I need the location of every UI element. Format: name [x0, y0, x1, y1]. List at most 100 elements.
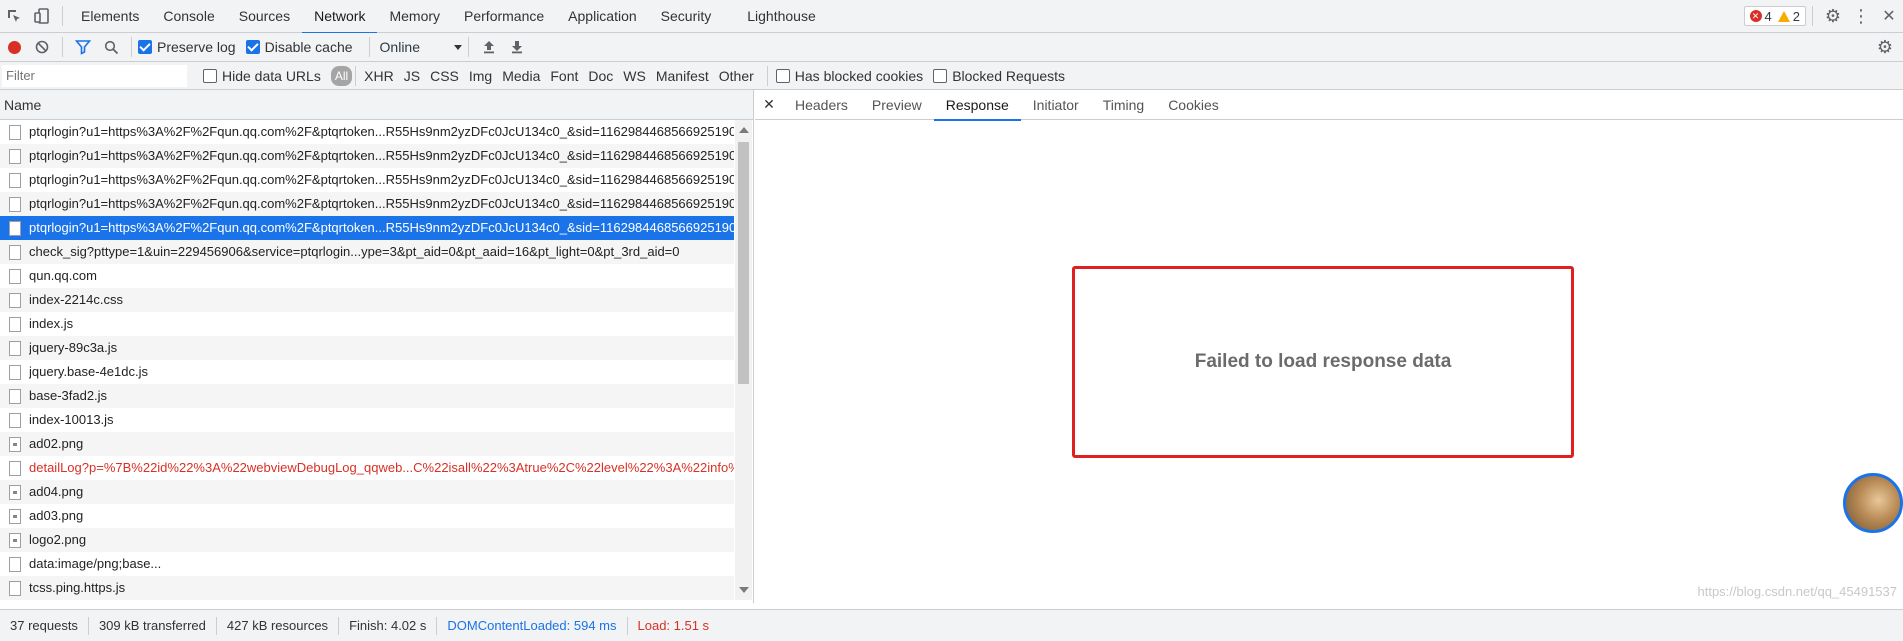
request-row[interactable]: base-3fad2.js — [0, 384, 734, 408]
settings-gear-icon[interactable]: ⚙ — [1819, 0, 1847, 33]
warning-count: 2 — [1792, 8, 1800, 24]
tab-timing[interactable]: Timing — [1091, 90, 1157, 120]
tab-application[interactable]: Application — [556, 0, 649, 33]
filter-type-media[interactable]: Media — [497, 66, 545, 86]
filter-type-manifest[interactable]: Manifest — [651, 66, 714, 86]
tab-performance[interactable]: Performance — [452, 0, 556, 33]
document-file-icon — [9, 316, 21, 332]
throttling-select[interactable]: Online — [376, 39, 462, 55]
tab-elements[interactable]: Elements — [69, 0, 151, 33]
tab-network[interactable]: Network — [302, 0, 378, 34]
request-row[interactable]: data:image/png;base... — [0, 552, 734, 576]
dropdown-arrow-icon — [453, 44, 462, 50]
tab-memory[interactable]: Memory — [377, 0, 452, 33]
filter-type-other[interactable]: Other — [714, 66, 759, 86]
devtools-main-tabbar: Elements Console Sources Network Memory … — [0, 0, 1903, 34]
throttling-value: Online — [379, 39, 420, 55]
image-file-icon — [9, 532, 21, 548]
tab-lighthouse[interactable]: Lighthouse — [735, 0, 828, 33]
filter-type-img[interactable]: Img — [464, 66, 497, 86]
request-row[interactable]: ptqrlogin?u1=https%3A%2F%2Fqun.qq.com%2F… — [0, 168, 734, 192]
tab-security[interactable]: Security — [649, 0, 724, 33]
request-row[interactable]: check_sig?pttype=1&uin=229456906&service… — [0, 240, 734, 264]
close-devtools-icon[interactable]: ✕ — [1875, 0, 1903, 33]
tab-headers[interactable]: Headers — [783, 90, 860, 120]
filter-toggle-button[interactable] — [69, 33, 97, 61]
tab-initiator[interactable]: Initiator — [1021, 90, 1091, 120]
checkbox-unchecked-icon — [775, 68, 790, 83]
scroll-up-arrow-icon[interactable] — [739, 127, 749, 133]
blocked-requests-checkbox[interactable]: Blocked Requests — [933, 68, 1065, 84]
has-blocked-cookies-checkbox[interactable]: Has blocked cookies — [775, 68, 923, 84]
disable-cache-checkbox[interactable]: Disable cache — [245, 39, 353, 55]
filter-type-all[interactable]: All — [330, 65, 353, 86]
request-row[interactable]: tcss.ping.https.js — [0, 576, 734, 600]
detail-tabbar: ✕ Headers Preview Response Initiator Tim… — [755, 90, 1903, 121]
search-button[interactable] — [97, 33, 125, 61]
checkbox-unchecked-icon — [203, 68, 217, 83]
request-name: ad02.png — [29, 436, 84, 451]
request-row[interactable]: detailLog?p=%7B%22id%22%3A%22webviewDebu… — [0, 456, 734, 480]
close-detail-icon[interactable]: ✕ — [755, 96, 783, 113]
request-row[interactable]: ptqrlogin?u1=https%3A%2F%2Fqun.qq.com%2F… — [0, 144, 734, 168]
filter-type-js[interactable]: JS — [399, 66, 425, 86]
scroll-down-arrow-icon[interactable] — [739, 587, 749, 593]
filter-type-ws[interactable]: WS — [618, 66, 651, 86]
request-name: ptqrlogin?u1=https%3A%2F%2Fqun.qq.com%2F… — [29, 124, 734, 139]
request-row[interactable]: index.js — [0, 312, 734, 336]
request-list-scrollbar[interactable] — [735, 120, 752, 600]
request-row[interactable]: jquery-89c3a.js — [0, 336, 734, 360]
toolbar-divider — [62, 37, 63, 57]
name-column-header[interactable]: Name — [0, 90, 753, 120]
filter-type-xhr[interactable]: XHR — [359, 66, 399, 86]
request-row[interactable]: jquery.base-4e1dc.js — [0, 360, 734, 384]
search-icon — [104, 40, 118, 54]
status-resources: 427 kB resources — [217, 616, 340, 635]
request-row[interactable]: ad03.png — [0, 504, 734, 528]
filter-type-font[interactable]: Font — [545, 66, 583, 86]
document-file-icon — [9, 148, 21, 164]
request-name: logo2.png — [29, 532, 87, 547]
export-har-button[interactable] — [503, 33, 531, 61]
upload-icon — [483, 41, 494, 54]
device-toolbar-icon[interactable] — [28, 0, 56, 33]
preserve-log-checkbox[interactable]: Preserve log — [138, 39, 236, 55]
status-finish: Finish: 4.02 s — [339, 616, 438, 635]
tab-sources[interactable]: Sources — [227, 0, 302, 33]
request-row[interactable]: ptqrlogin?u1=https%3A%2F%2Fqun.qq.com%2F… — [0, 120, 734, 144]
request-row[interactable]: index-2214c.css — [0, 288, 734, 312]
request-row[interactable]: ad02.png — [0, 432, 734, 456]
request-row[interactable]: ad04.png — [0, 480, 734, 504]
filter-type-css[interactable]: CSS — [425, 66, 464, 86]
hide-data-urls-checkbox[interactable]: Hide data URLs — [203, 68, 321, 84]
tab-response[interactable]: Response — [933, 90, 1021, 121]
document-file-icon — [9, 220, 21, 236]
tab-preview[interactable]: Preview — [860, 90, 934, 120]
clear-button[interactable] — [28, 33, 56, 61]
request-row[interactable]: qun.qq.com — [0, 264, 734, 288]
request-row[interactable]: ptqrlogin?u1=https%3A%2F%2Fqun.qq.com%2F… — [0, 216, 734, 240]
request-row[interactable]: logo2.png — [0, 528, 734, 552]
image-file-icon — [9, 508, 21, 524]
request-name: jquery.base-4e1dc.js — [29, 364, 148, 379]
issues-badge[interactable]: ✕ 4 2 — [1743, 6, 1806, 26]
filter-type-doc[interactable]: Doc — [583, 66, 618, 86]
request-row[interactable]: index-10013.js — [0, 408, 734, 432]
tab-console[interactable]: Console — [151, 0, 226, 33]
document-file-icon — [9, 340, 21, 356]
filter-icon — [75, 40, 91, 55]
document-file-icon — [9, 460, 21, 476]
floating-avatar[interactable] — [1843, 473, 1903, 533]
scrollbar-thumb[interactable] — [738, 142, 749, 384]
record-button[interactable] — [0, 33, 28, 61]
filter-input[interactable] — [2, 64, 187, 87]
toolbar-divider — [62, 6, 63, 26]
tab-cookies[interactable]: Cookies — [1156, 90, 1231, 120]
inspect-element-icon[interactable] — [0, 0, 28, 33]
network-settings-gear-icon[interactable]: ⚙ — [1871, 33, 1899, 61]
error-icon: ✕ — [1749, 10, 1762, 22]
request-row[interactable]: ptqrlogin?u1=https%3A%2F%2Fqun.qq.com%2F… — [0, 192, 734, 216]
request-name: data:image/png;base... — [29, 556, 162, 571]
import-har-button[interactable] — [475, 33, 503, 61]
more-options-icon[interactable]: ⋮ — [1847, 0, 1875, 33]
